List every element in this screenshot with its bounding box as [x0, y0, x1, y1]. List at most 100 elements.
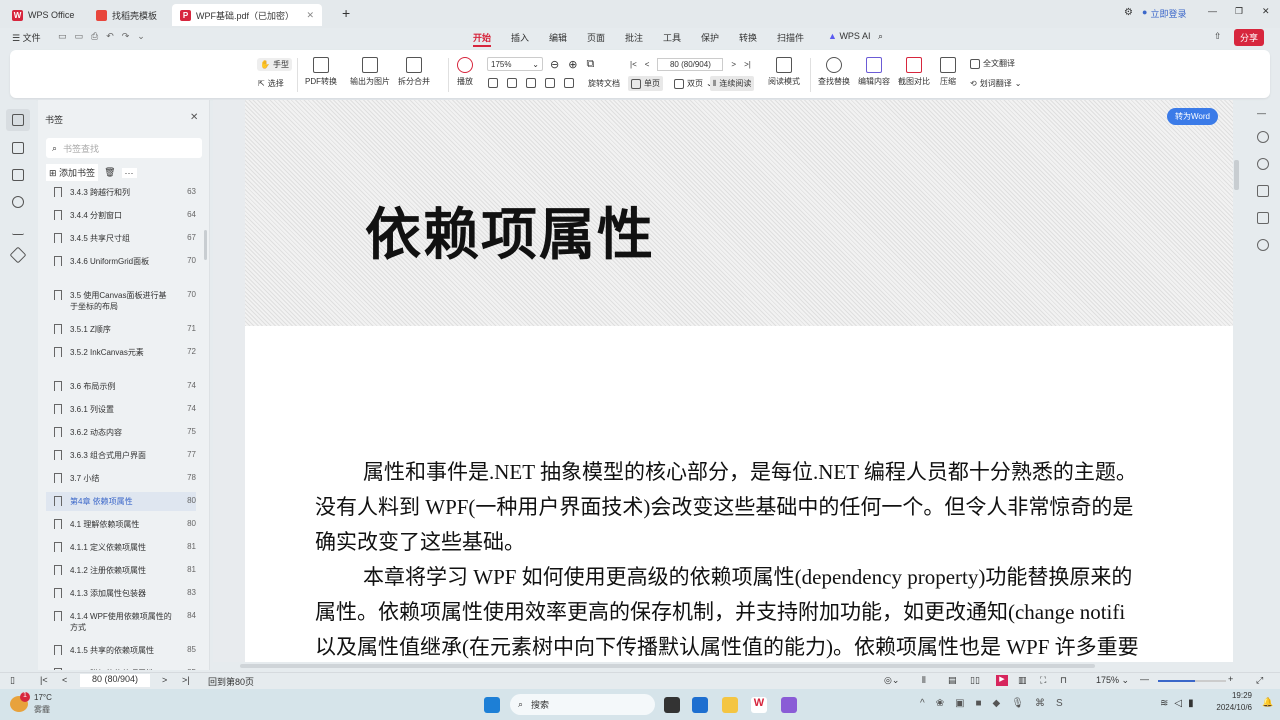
quick-access-toolbar[interactable]: ▭▭⎙↶↷⌄ [58, 31, 153, 42]
single-view-icon[interactable]: ▤ [948, 675, 957, 686]
zoom-slider[interactable] [1158, 680, 1226, 682]
cloud-upload-icon[interactable]: ⇧ [1214, 31, 1222, 42]
signature-icon[interactable] [12, 223, 24, 235]
notification-bell-icon[interactable]: 🔔 [1262, 697, 1273, 708]
pdf-convert-button[interactable]: PDF转换 [305, 57, 337, 87]
system-tray-icons[interactable]: ^❀▣■◆🎙⌘S [920, 698, 1074, 709]
attachment-icon[interactable] [12, 196, 24, 208]
next-page-button[interactable]: > [162, 675, 167, 685]
word-translate-button[interactable]: ⟲ 划词翻译 ⌄ [970, 78, 1021, 89]
rotate-left-icon[interactable] [545, 78, 555, 88]
fullscreen-icon[interactable]: ⤢ [1256, 675, 1263, 686]
menu-tab-scan[interactable]: 扫描件 [777, 31, 804, 44]
bookmark-item[interactable]: 4.1.1 定义依赖项属性 81 [46, 538, 196, 557]
restore-button[interactable]: ❐ [1235, 6, 1243, 17]
hand-tool-button[interactable]: ✋ 手型 [257, 58, 292, 71]
wps-taskbar-icon[interactable]: W [751, 697, 767, 713]
add-bookmark-button[interactable]: ⊞ 添加书签 [46, 164, 99, 181]
delete-icon[interactable]: 🗑 [104, 167, 115, 178]
read-mode-button[interactable]: 阅读模式 [768, 57, 800, 87]
thumbnail-icon[interactable] [12, 142, 24, 154]
zoom-select[interactable]: 175% ⌄ [1096, 675, 1129, 686]
network-volume-icons[interactable]: ≋◁▮ [1160, 698, 1200, 709]
settings-sliders-icon[interactable] [1257, 185, 1269, 197]
actual-size-icon[interactable] [526, 78, 536, 88]
layers-icon[interactable] [9, 246, 27, 264]
book-search-icon[interactable] [1257, 212, 1269, 224]
last-page-button[interactable]: >| [182, 675, 190, 685]
search-icon[interactable] [1257, 131, 1269, 143]
bookmark-search-input[interactable]: ⌕ 书签查找 [46, 138, 202, 158]
bookmark-item[interactable]: 3.4.3 跨越行和列 63 [46, 184, 196, 202]
first-page-button[interactable]: |< [630, 60, 637, 69]
zoom-out-icon[interactable]: ⊖ [550, 58, 559, 71]
fit-height-icon[interactable] [507, 78, 517, 88]
taskbar-search[interactable]: ⌕ 搜索 [510, 694, 655, 715]
continuous-read-button[interactable]: ⫴ 连续阅读 [710, 76, 755, 91]
store-icon[interactable] [692, 697, 708, 713]
menu-tab-convert[interactable]: 转换 [739, 31, 757, 44]
windows-start-icon[interactable] [484, 697, 500, 713]
close-panel-icon[interactable]: ✕ [190, 112, 198, 123]
bookmark-item[interactable]: 3.4.6 UniformGrid面板 70 [46, 252, 196, 271]
panel-scrollbar[interactable] [204, 230, 207, 260]
fit-width-icon[interactable] [488, 78, 498, 88]
bookmark-item[interactable]: 4.1.2 注册依赖项属性 81 [46, 561, 196, 580]
play-icon[interactable]: ▶ [996, 675, 1008, 686]
zoom-in-icon[interactable]: ⊕ [568, 58, 577, 71]
zoom-out-button[interactable]: — [1140, 674, 1149, 684]
bookmark-icon[interactable] [12, 114, 24, 126]
tab-wps-office[interactable]: W WPS Office [4, 4, 82, 26]
menu-tab-tools[interactable]: 工具 [663, 31, 681, 44]
taskview-icon[interactable] [664, 697, 680, 713]
bookmark-item[interactable]: 3.6 布局示例 74 [46, 377, 196, 396]
document-viewport[interactable]: 依赖项属性 属性和事件是.NET 抽象模型的核心部分，是每位.NET 编程人员都… [213, 100, 1233, 662]
bookmark-item[interactable]: 3.4.5 共享尺寸组 67 [46, 229, 196, 248]
menu-tab-protect[interactable]: 保护 [701, 31, 719, 44]
actual-size-icon[interactable]: ⊓ [1060, 675, 1067, 686]
menu-tab-start[interactable]: 开始 [473, 31, 492, 47]
file-explorer-icon[interactable] [722, 697, 738, 713]
bookmark-item[interactable]: 3.6.1 列设置 74 [46, 400, 196, 419]
eye-protection-icon[interactable]: ◎⌄ [884, 675, 899, 686]
bookmark-item[interactable]: 3.4.4 分割窗口 64 [46, 206, 196, 225]
last-page-button[interactable]: >| [744, 60, 751, 69]
clock-time[interactable]: 19:29 [1218, 691, 1252, 700]
page-number-input[interactable]: 80 (80/904) [657, 58, 724, 71]
fit-width-icon[interactable]: ▥ [1018, 675, 1027, 686]
sidebar-toggle-icon[interactable]: ▯ [10, 675, 15, 686]
bookmark-item[interactable]: 4.1.4 WPF使用依赖项属性的方式 84 [46, 607, 196, 637]
zoom-select[interactable]: 175% ⌄ [487, 57, 543, 71]
share-button[interactable]: 分享 [1234, 29, 1265, 46]
compare-button[interactable]: 截图对比 [898, 57, 930, 87]
bookmark-item[interactable]: 3.6.3 组合式用户界面 77 [46, 446, 196, 465]
comment-icon[interactable] [12, 169, 24, 181]
back-to-page-link[interactable]: 回到第80页 [208, 675, 254, 688]
menu-tab-edit[interactable]: 编辑 [549, 31, 567, 44]
close-window-button[interactable]: ✕ [1262, 6, 1270, 17]
split-merge-button[interactable]: 拆分合并 [398, 57, 430, 87]
play-button[interactable]: 播放 [457, 57, 473, 87]
bookmark-item[interactable]: 4.1.3 添加属性包装器 83 [46, 584, 196, 603]
rotate-document-button[interactable]: 旋转文档 [588, 78, 620, 89]
login-button[interactable]: ● 立即登录 [1142, 7, 1186, 20]
more-icon[interactable]: ··· [121, 167, 137, 178]
next-page-button[interactable]: > [731, 60, 736, 69]
horizontal-scrollbar[interactable] [240, 664, 1095, 668]
help-icon[interactable] [1257, 239, 1269, 251]
compress-button[interactable]: 压缩 [940, 57, 956, 87]
bookmark-item[interactable]: 4.1.5 共享的依赖项属性 85 [46, 641, 196, 660]
settings-icon[interactable]: ⚙ [1124, 7, 1133, 18]
minimize-button[interactable]: — [1208, 6, 1217, 16]
tab-templates[interactable]: 找稻壳模板 [88, 4, 165, 26]
prev-page-button[interactable]: < [645, 60, 650, 69]
rotate-right-icon[interactable] [564, 78, 574, 88]
menu-tab-page[interactable]: 页面 [587, 31, 605, 44]
single-page-button[interactable]: 单页 [628, 76, 663, 91]
menu-tab-annotate[interactable]: 批注 [625, 31, 643, 44]
first-page-button[interactable]: |< [40, 675, 48, 685]
double-page-button[interactable]: 双页⌄ [674, 78, 713, 89]
translate-icon[interactable] [1257, 158, 1269, 170]
collapse-icon[interactable]: — [1257, 108, 1266, 118]
bookmark-item[interactable]: 3.5.1 Z顺序 71 [46, 320, 196, 339]
